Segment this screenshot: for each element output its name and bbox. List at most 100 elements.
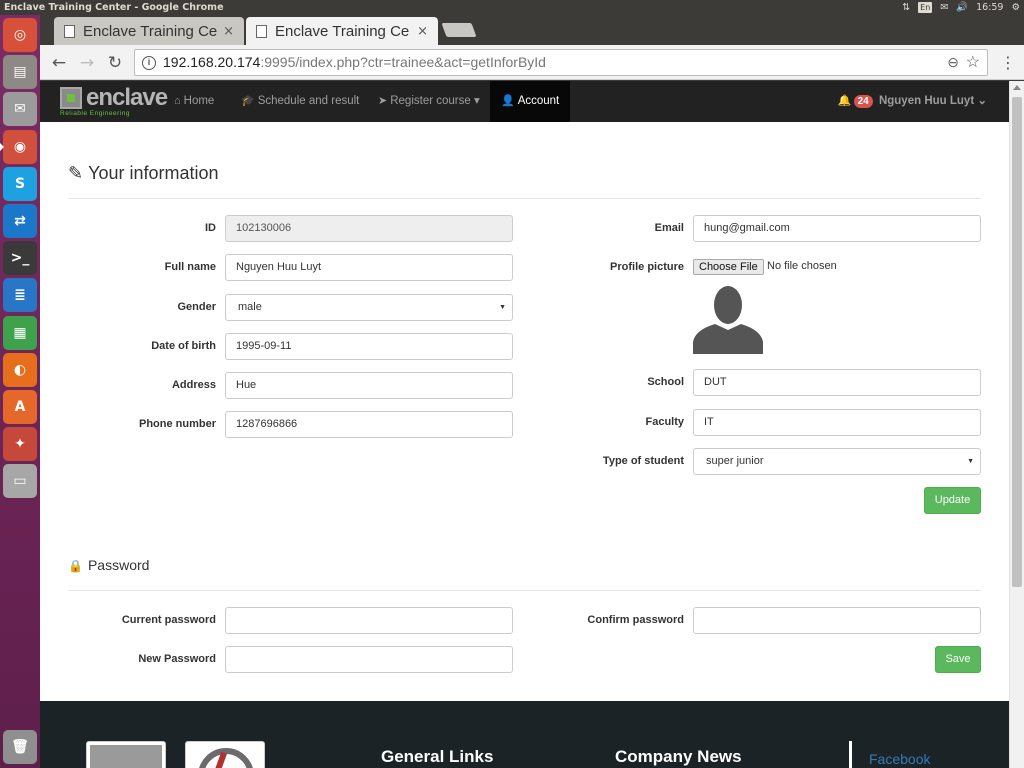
- type-select[interactable]: super junior ▼: [693, 448, 981, 475]
- mail-icon[interactable]: ✉: [3, 92, 37, 127]
- choose-file-button[interactable]: Choose File: [693, 259, 764, 275]
- phone-label: Phone number: [138, 418, 216, 430]
- gender-value: male: [238, 301, 262, 313]
- active-app-arrow: [0, 142, 4, 151]
- gender-label: Gender: [177, 301, 216, 313]
- user-icon: 👤: [501, 95, 515, 107]
- files-icon[interactable]: ▤: [3, 55, 37, 90]
- nav-home-label: Home: [183, 95, 215, 107]
- skype-icon[interactable]: S: [3, 166, 37, 201]
- new-password-field[interactable]: [225, 646, 513, 673]
- chrome-icon[interactable]: ◉: [0, 129, 37, 164]
- browser-tab-active[interactable]: Enclave Training Ce ×: [246, 17, 438, 45]
- password-section-title: 🔒 Password: [68, 557, 149, 573]
- faculty-field[interactable]: IT: [693, 409, 981, 436]
- phone-field[interactable]: 1287696866: [225, 411, 513, 438]
- nav-register-label: Register course: [390, 95, 471, 107]
- ubuntu-dash-icon[interactable]: ◎: [3, 18, 37, 52]
- page-scrollbar[interactable]: [1009, 81, 1024, 768]
- back-icon[interactable]: ←: [48, 52, 70, 74]
- user-name: Nguyen Huu Luyt: [878, 95, 975, 107]
- scrollbar-thumb[interactable]: [1012, 97, 1022, 587]
- divider: [68, 198, 981, 199]
- window-title: Enclave Training Center - Google Chrome: [4, 2, 224, 13]
- network-icon[interactable]: ⇅: [902, 0, 910, 15]
- trash-icon[interactable]: 🗑: [3, 730, 37, 764]
- browser-tab[interactable]: Enclave Training Ce ×: [54, 17, 244, 45]
- nav-register-course[interactable]: ➤ Register course ▾: [367, 81, 491, 122]
- divider: [68, 590, 981, 591]
- info-icon[interactable]: i: [142, 56, 156, 70]
- browser-window: Enclave Training Ce × Enclave Training C…: [40, 15, 1024, 768]
- notification-badge[interactable]: 24: [853, 95, 873, 108]
- tab-title: Enclave Training Ce: [275, 22, 410, 40]
- home-icon: ⌂: [174, 95, 181, 107]
- close-icon[interactable]: ×: [417, 24, 428, 39]
- nav-home[interactable]: ⌂ Home: [163, 81, 225, 122]
- no-file-text: No file chosen: [767, 260, 837, 272]
- clock[interactable]: 16:59: [976, 0, 1003, 15]
- settings-icon[interactable]: ✦: [3, 427, 37, 462]
- current-password-label: Current password: [121, 614, 216, 626]
- avengers-logo-icon: [198, 748, 254, 768]
- general-links-heading: General Links: [381, 747, 494, 766]
- logo-mark: [60, 87, 82, 109]
- type-value: super junior: [706, 455, 764, 467]
- edit-icon: ✎: [68, 163, 84, 183]
- writer-icon[interactable]: ≣: [3, 278, 37, 313]
- update-button[interactable]: Update: [924, 487, 981, 514]
- volume-icon[interactable]: 🔊: [956, 0, 968, 15]
- footer-image[interactable]: [86, 741, 166, 768]
- save-button[interactable]: Save: [935, 646, 981, 673]
- info-section-title: ✎ Your information: [68, 163, 219, 184]
- page-icon: [256, 24, 267, 38]
- type-label: Type of student: [602, 455, 684, 467]
- select-caret-icon: ▼: [967, 458, 974, 465]
- browser-toolbar: ← → ↻ i 192.168.20.174:9995/index.php?ct…: [40, 45, 1024, 80]
- nav-schedule[interactable]: 🎓 Schedule and result: [230, 81, 370, 122]
- confirm-password-label: Confirm password: [587, 614, 684, 626]
- faculty-label: Faculty: [645, 416, 684, 428]
- zoom-icon[interactable]: ⊖: [947, 50, 959, 75]
- school-field[interactable]: DUT: [693, 369, 981, 396]
- gender-select[interactable]: male ▼: [225, 294, 513, 321]
- send-icon: ➤: [378, 95, 388, 107]
- firefox-icon[interactable]: ◐: [3, 352, 37, 387]
- new-tab-button[interactable]: [441, 23, 477, 37]
- page-icon: [64, 24, 75, 38]
- id-field[interactable]: 102130006: [225, 215, 513, 242]
- facebook-link[interactable]: Facebook: [869, 751, 930, 767]
- bookmark-star-icon[interactable]: ☆: [966, 50, 980, 75]
- fullname-field[interactable]: Nguyen Huu Luyt: [225, 254, 513, 281]
- drive-icon[interactable]: ▭: [3, 464, 37, 499]
- address-field[interactable]: Hue: [225, 372, 513, 399]
- terminal-icon[interactable]: >_: [3, 241, 37, 276]
- confirm-password-field[interactable]: [693, 607, 981, 634]
- mail-indicator-icon[interactable]: ✉: [940, 0, 948, 15]
- bell-icon[interactable]: 🔔: [838, 95, 852, 107]
- close-icon[interactable]: ×: [223, 24, 234, 39]
- keyboard-layout-indicator[interactable]: En: [918, 2, 933, 13]
- user-menu[interactable]: 🔔 24 Nguyen Huu Luyt ⌄: [838, 81, 987, 122]
- address-bar[interactable]: i 192.168.20.174:9995/index.php?ctr=trai…: [134, 49, 988, 76]
- chrome-menu-icon[interactable]: ⋮: [1000, 53, 1016, 73]
- forward-icon[interactable]: →: [76, 52, 98, 74]
- profile-picture-label: Profile picture: [610, 261, 684, 273]
- calc-icon[interactable]: ▦: [3, 315, 37, 350]
- dob-field[interactable]: 1995-09-11: [225, 333, 513, 360]
- scroll-up-arrow-icon[interactable]: [1013, 85, 1021, 90]
- current-password-field[interactable]: [225, 607, 513, 634]
- software-center-icon[interactable]: A: [3, 390, 37, 424]
- email-field[interactable]: hung@gmail.com: [693, 215, 981, 242]
- teamviewer-icon[interactable]: ⇄: [3, 204, 37, 238]
- nav-account[interactable]: 👤 Account: [490, 81, 571, 122]
- chevron-down-icon: ⌄: [977, 95, 987, 107]
- enclave-logo[interactable]: enclave Reliable Engineering: [60, 84, 168, 117]
- url-path: :9995/index.php?ctr=trainee&act=getInfor…: [260, 54, 546, 70]
- system-gear-icon[interactable]: ⚙: [1011, 0, 1020, 15]
- reload-icon[interactable]: ↻: [104, 52, 126, 74]
- launcher: ◎ ▤ ✉ ◉ S ⇄ >_ ≣ ▦ ◐ A ✦ ▭ 🗑: [0, 15, 40, 768]
- url-host: 192.168.20.174: [163, 54, 261, 70]
- caret-down-icon: ▾: [473, 95, 480, 107]
- footer-image[interactable]: [185, 741, 265, 768]
